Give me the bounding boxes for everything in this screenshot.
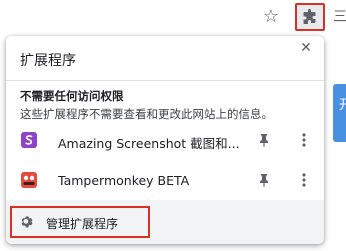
extension-row-amazing-screenshot[interactable]: Amazing Screenshot 截图和... [6, 126, 324, 156]
more-vert-icon[interactable] [300, 170, 308, 190]
pin-icon[interactable] [256, 132, 272, 148]
page-blue-button-text: 开 [339, 98, 346, 113]
extension-name: Tampermonkey BETA [58, 173, 190, 188]
page-background: 开 [325, 36, 346, 251]
popup-title: 扩展程序 [20, 53, 76, 69]
section-heading: 不需要任何访问权限 [20, 89, 124, 103]
section-description: 这些扩展程序不需要查看和更改此网站上的信息。 [20, 107, 273, 121]
tampermonkey-icon [21, 172, 37, 188]
divider [6, 80, 324, 81]
extensions-button[interactable] [295, 3, 325, 31]
manage-extensions-label: 管理扩展程序 [46, 217, 119, 231]
close-icon[interactable]: ✕ [298, 40, 314, 56]
extensions-popup: 扩展程序 ✕ 不需要任何访问权限 这些扩展程序不需要查看和更改此网站上的信息。 … [6, 36, 324, 244]
screenshot-extension-icon [21, 132, 37, 148]
pin-icon[interactable] [256, 172, 272, 188]
popup-footer: 管理扩展程序 [6, 200, 324, 244]
manage-extensions-button[interactable]: 管理扩展程序 [10, 206, 150, 238]
more-vert-icon[interactable] [300, 130, 308, 150]
puzzle-icon [303, 9, 316, 24]
gear-icon [21, 216, 33, 228]
extension-row-tampermonkey[interactable]: Tampermonkey BETA [6, 166, 324, 196]
menu-icon[interactable]: 三 [333, 7, 346, 27]
extension-name: Amazing Screenshot 截图和... [58, 136, 240, 151]
browser-toolbar: ☆ 三 [0, 0, 346, 36]
page-blue-button[interactable] [333, 84, 346, 142]
star-icon[interactable]: ☆ [261, 7, 281, 27]
